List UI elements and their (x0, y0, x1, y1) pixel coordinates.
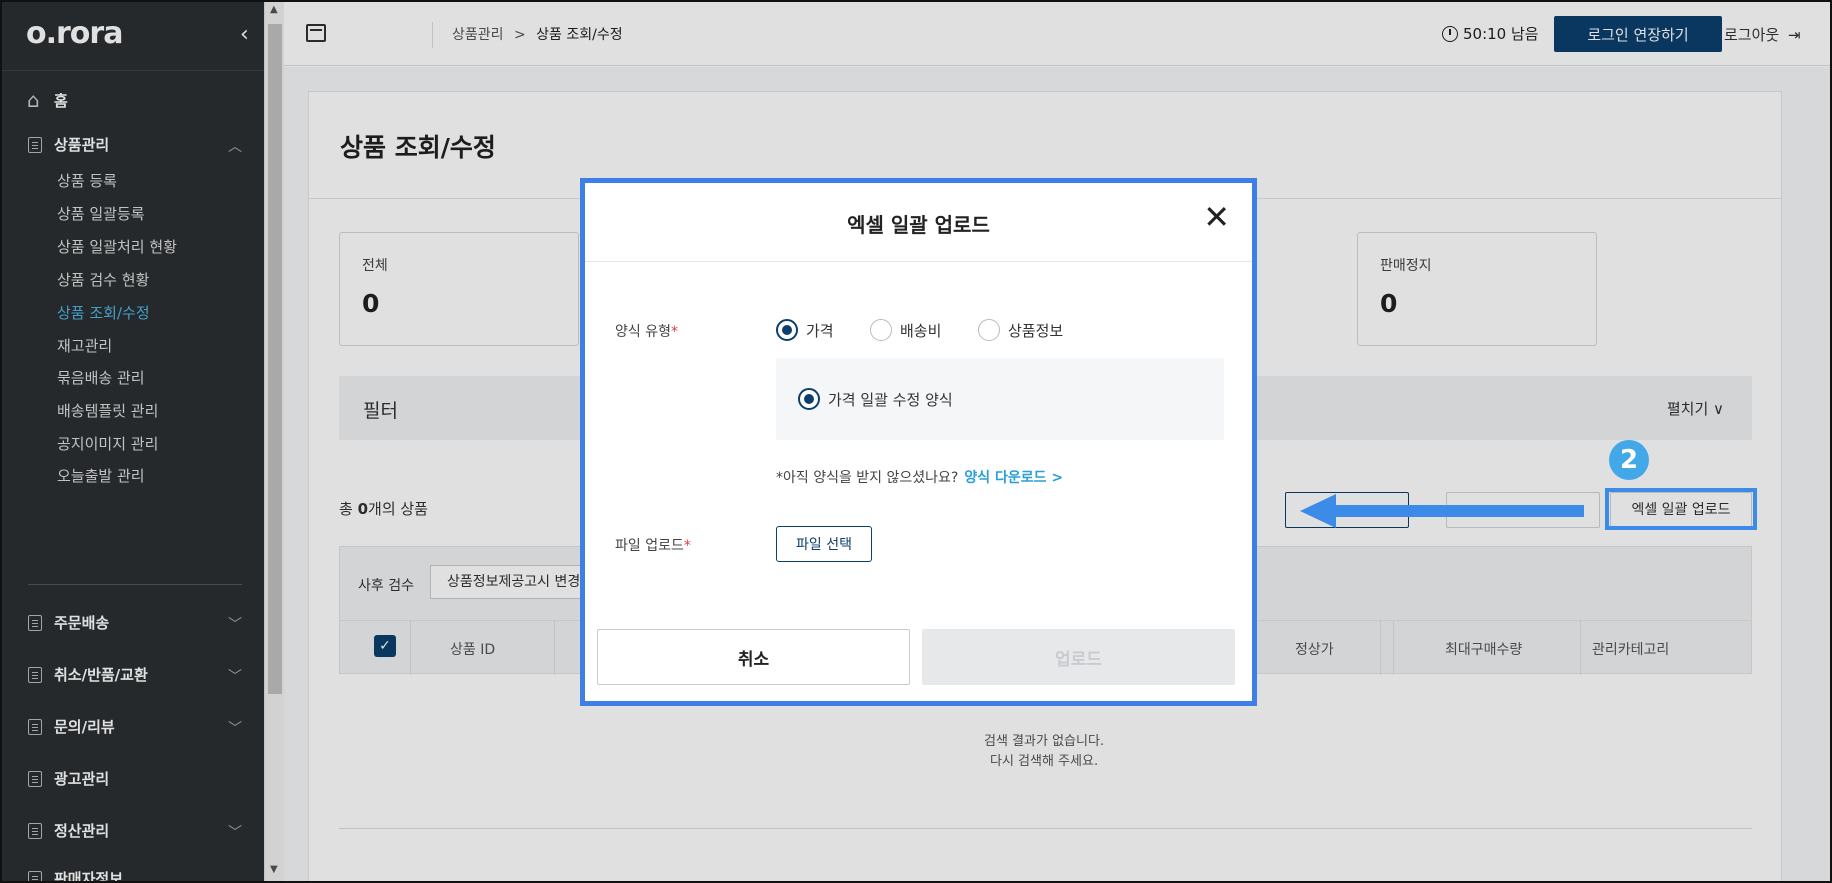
template-download-link[interactable]: 양식 다운로드 > (964, 470, 1063, 486)
close-icon[interactable]: ✕ (1203, 201, 1230, 233)
modal-title: 엑셀 일괄 업로드 (847, 213, 990, 237)
radio-label: 가격 일괄 수정 양식 (828, 390, 953, 409)
radio-price-bulk-edit-form[interactable]: 가격 일괄 수정 양식 (798, 388, 953, 410)
template-hint: *아직 양식을 받지 않으셨나요? 양식 다운로드 > (776, 467, 1063, 487)
radio-product-info[interactable]: 상품정보 (978, 319, 1063, 341)
upload-button[interactable]: 업로드 (922, 629, 1235, 685)
format-type-label-text: 양식 유형 (615, 324, 671, 340)
file-select-button[interactable]: 파일 선택 (776, 526, 872, 562)
highlight-box (1605, 488, 1757, 530)
format-suboption-box: 가격 일괄 수정 양식 (776, 358, 1224, 440)
radio-price[interactable]: 가격 (776, 319, 834, 341)
format-type-label: 양식 유형* (615, 321, 678, 341)
radio-shipping[interactable]: 배송비 (870, 319, 941, 341)
required-mark: * (670, 324, 678, 340)
modal-divider (585, 261, 1252, 262)
radio-label: 가격 (806, 321, 834, 340)
radio-unchecked-icon (978, 319, 1000, 341)
radio-label: 배송비 (900, 321, 942, 340)
excel-upload-modal: 엑셀 일괄 업로드 ✕ 양식 유형* 가격 배송비 상품정보 가격 일괄 수정 … (580, 178, 1257, 706)
radio-unchecked-icon (870, 319, 892, 341)
pointer-arrow-icon (1300, 494, 1584, 528)
step-badge: 2 (1609, 440, 1649, 480)
radio-label: 상품정보 (1008, 321, 1064, 340)
cancel-button[interactable]: 취소 (597, 629, 910, 685)
hint-text: *아직 양식을 받지 않으셨나요? (776, 470, 959, 486)
required-mark: * (683, 538, 691, 554)
file-upload-label: 파일 업로드* (615, 535, 691, 555)
radio-checked-icon (798, 388, 820, 410)
radio-checked-icon (776, 319, 798, 341)
file-upload-label-text: 파일 업로드 (615, 538, 684, 554)
